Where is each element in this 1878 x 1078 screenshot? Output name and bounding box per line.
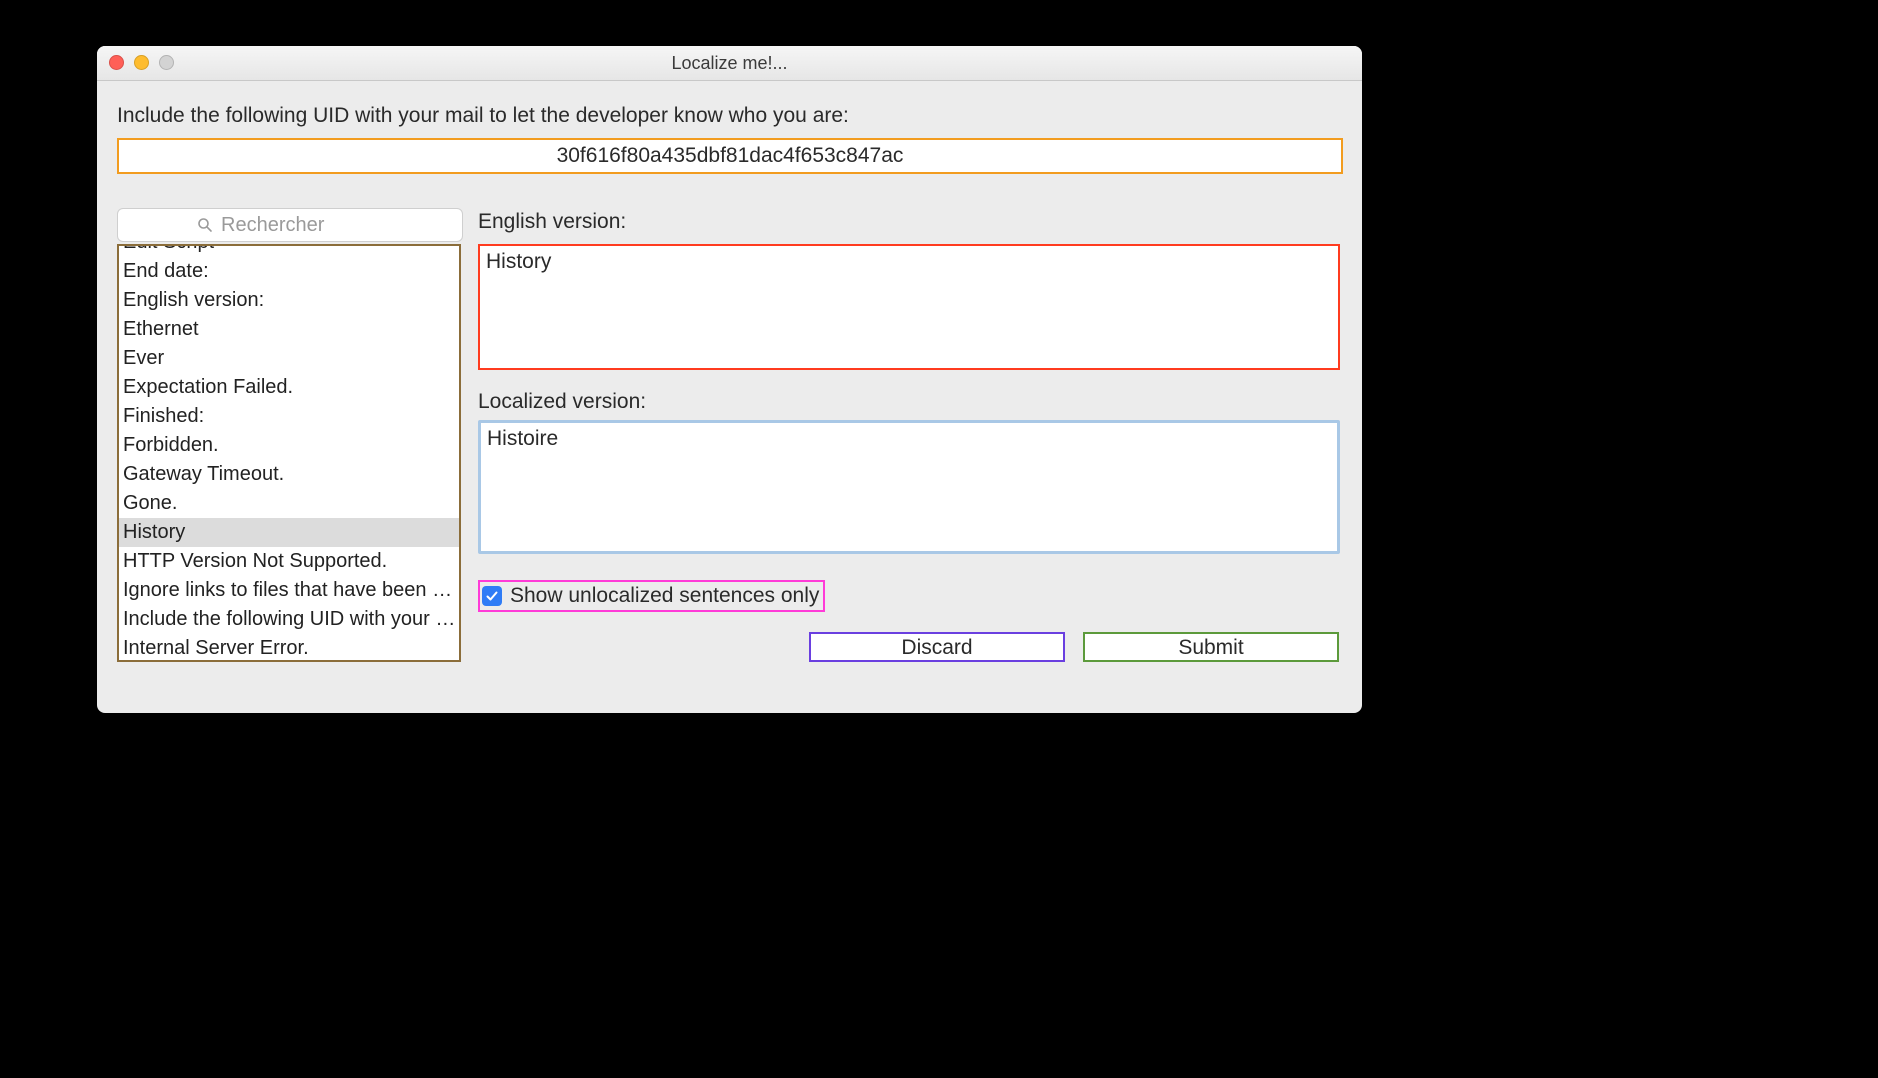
list-item[interactable]: Finished: — [119, 402, 459, 431]
discard-button[interactable]: Discard — [809, 632, 1065, 662]
list-item[interactable]: Gateway Timeout. — [119, 460, 459, 489]
list-item[interactable]: Expectation Failed. — [119, 373, 459, 402]
close-icon[interactable] — [109, 55, 124, 70]
submit-button-label: Submit — [1178, 636, 1243, 659]
window: Localize me!... Include the following UI… — [97, 46, 1362, 713]
list-item[interactable]: History — [119, 518, 459, 547]
instruction-text: Include the following UID with your mail… — [117, 104, 849, 128]
show-unlocalized-checkbox-row[interactable]: Show unlocalized sentences only — [478, 580, 825, 612]
titlebar[interactable]: Localize me!... — [97, 46, 1362, 81]
localized-version-text[interactable]: Histoire — [478, 420, 1340, 554]
list-item[interactable]: End date: — [119, 257, 459, 286]
list-item[interactable]: Ever — [119, 344, 459, 373]
submit-button[interactable]: Submit — [1083, 632, 1339, 662]
english-version-label: English version: — [478, 210, 626, 234]
list-item[interactable]: Gone. — [119, 489, 459, 518]
list-item[interactable]: HTTP Version Not Supported. — [119, 547, 459, 576]
show-unlocalized-label: Show unlocalized sentences only — [510, 584, 819, 608]
search-input[interactable] — [219, 213, 383, 238]
discard-button-label: Discard — [901, 636, 972, 659]
sentence-list[interactable]: Edit ScriptEnd date:English version:Ethe… — [117, 244, 461, 662]
localized-version-label: Localized version: — [478, 390, 646, 414]
list-item[interactable]: English version: — [119, 286, 459, 315]
search-field[interactable] — [117, 208, 463, 242]
window-title: Localize me!... — [97, 46, 1362, 80]
minimize-icon[interactable] — [134, 55, 149, 70]
list-item[interactable]: Include the following UID with your mail… — [119, 605, 459, 634]
list-item[interactable]: Edit Script — [119, 244, 459, 257]
list-item[interactable]: Internal Server Error. — [119, 634, 459, 662]
list-item[interactable]: Ethernet — [119, 315, 459, 344]
window-controls — [109, 55, 174, 70]
english-version-value: History — [486, 250, 551, 273]
content-area: Include the following UID with your mail… — [97, 80, 1362, 713]
localized-version-value: Histoire — [487, 427, 558, 450]
checkbox-icon[interactable] — [482, 586, 502, 606]
uid-value: 30f616f80a435dbf81dac4f653c847ac — [557, 144, 904, 167]
list-item[interactable]: Forbidden. — [119, 431, 459, 460]
maximize-icon[interactable] — [159, 55, 174, 70]
english-version-text[interactable]: History — [478, 244, 1340, 370]
uid-field[interactable]: 30f616f80a435dbf81dac4f653c847ac — [117, 138, 1343, 174]
list-item[interactable]: Ignore links to files that have been dow… — [119, 576, 459, 605]
search-icon — [197, 217, 213, 233]
